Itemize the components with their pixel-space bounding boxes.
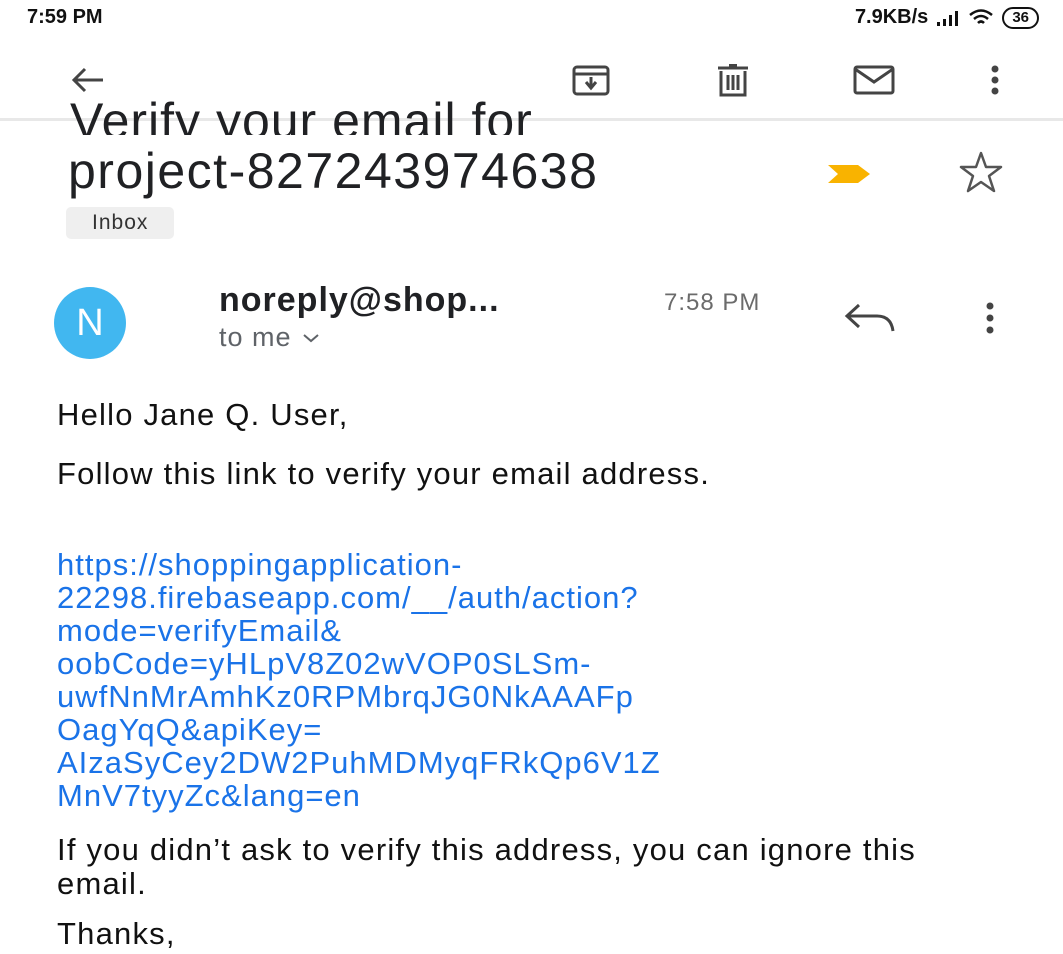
- link-line: mode=verifyEmail&: [57, 613, 342, 648]
- link-line: MnV7tyyZc&lang=en: [57, 778, 361, 813]
- link-line: OagYqQ&apiKey=: [57, 712, 323, 747]
- mark-unread-icon: [853, 65, 895, 95]
- more-vert-icon[interactable]: [970, 298, 1010, 338]
- status-indicators: 7.9KB/s 36: [855, 6, 1039, 29]
- avatar[interactable]: N: [54, 287, 126, 359]
- signal-icon: [937, 10, 959, 26]
- link-line: uwfNnMrAmhKz0RPMbrqJG0NkAAAFp: [57, 679, 634, 714]
- network-speed: 7.9KB/s: [854, 6, 929, 28]
- inbox-label[interactable]: Inbox: [66, 207, 175, 239]
- reply-icon[interactable]: [841, 297, 897, 337]
- recipient-label: to me: [219, 322, 292, 352]
- mark-unread-button[interactable]: [846, 52, 902, 108]
- ignore-note-text: If you didn’t ask to verify this address…: [57, 832, 916, 901]
- archive-icon: [572, 65, 610, 96]
- link-line: https://shoppingapplication-: [57, 547, 463, 582]
- chevron-down-icon: [302, 333, 319, 342]
- sender-name[interactable]: noreply@shop...: [219, 281, 500, 320]
- link-line: 22298.firebaseapp.com/__/auth/action?: [57, 580, 639, 615]
- subject-line-2: project-827243974638: [68, 143, 599, 199]
- wifi-icon: [969, 8, 994, 24]
- link-line: oobCode=yHLpV8Z02wVOP0SLSm-: [57, 646, 592, 681]
- delete-icon: [718, 64, 748, 97]
- status-time: 7:59 PM: [27, 6, 103, 28]
- back-arrow-icon: [71, 67, 103, 93]
- signoff-text: Thanks,: [57, 916, 176, 951]
- battery-icon: 36: [1002, 6, 1039, 29]
- link-line: AIzaSyCey2DW2PuhMDMyqFRkQp6V1Z: [57, 745, 661, 780]
- verify-email-link[interactable]: https://shoppingapplication- 22298.fireb…: [57, 548, 1017, 812]
- recipient-details-toggle[interactable]: to me: [219, 322, 320, 353]
- more-options-button[interactable]: [968, 52, 1022, 108]
- important-marker-icon[interactable]: [826, 163, 872, 185]
- star-icon[interactable]: [957, 148, 1005, 196]
- email-time: 7:58 PM: [664, 289, 761, 316]
- instruction-text: Follow this link to verify your email ad…: [57, 456, 711, 491]
- subject-line-1: Verify your email for: [70, 95, 533, 135]
- subject-clip: Verify your email for: [70, 95, 830, 135]
- more-vert-icon: [991, 65, 999, 95]
- greeting-text: Hello Jane Q. User,: [57, 397, 349, 432]
